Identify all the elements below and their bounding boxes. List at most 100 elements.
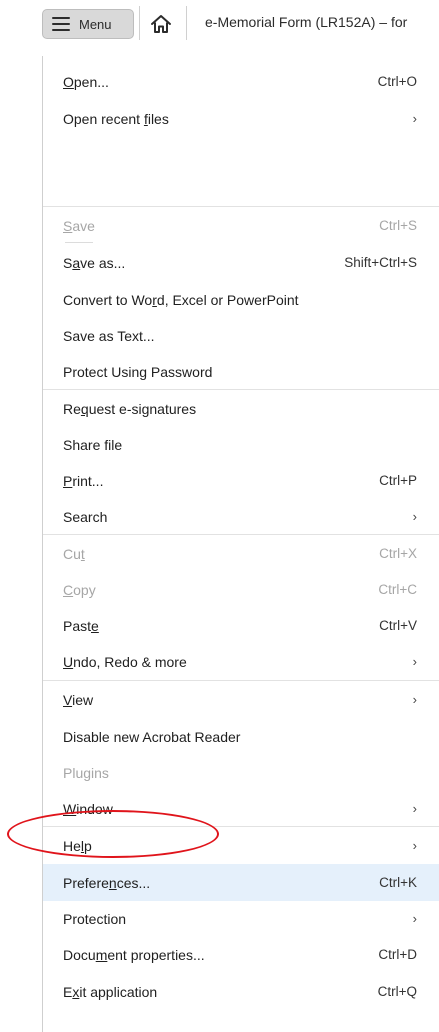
- menu-item-protect-password[interactable]: Protect Using Password: [43, 353, 439, 390]
- menu-item-exit[interactable]: Exit application Ctrl+Q: [43, 973, 439, 1010]
- menu-item-label-text: Convert to Wo: [63, 291, 153, 308]
- menu-item-label: Preferences...: [63, 875, 379, 891]
- menu-item-label: Plugins: [63, 765, 417, 781]
- menu-item-convert[interactable]: Convert to Word, Excel or PowerPoint: [43, 281, 439, 318]
- menu-item-label-text: Protection: [63, 910, 127, 927]
- document-title-tab[interactable]: e-Memorial Form (LR152A) – for: [205, 14, 439, 30]
- menu-item-accelerator: n: [108, 874, 117, 891]
- menu-item-shortcut: Ctrl+C: [378, 582, 417, 597]
- menu-item-label-text: Open recent: [63, 110, 144, 127]
- menu-item-label-text: Prefere: [63, 874, 109, 891]
- menu-item-copy[interactable]: Copy Ctrl+C: [43, 571, 439, 608]
- menu-separator: [43, 534, 439, 535]
- menu-item-search[interactable]: Search ›: [43, 498, 439, 535]
- chevron-right-icon: ›: [412, 838, 417, 853]
- menu-item-save-text[interactable]: Save as Text...: [43, 317, 439, 354]
- menu-separator: [43, 826, 439, 827]
- menu-separator: [43, 206, 439, 207]
- menu-item-accelerator: W: [63, 800, 77, 817]
- menu-item-label-text: Docu: [63, 946, 96, 963]
- menu-item-paste[interactable]: Paste Ctrl+V: [43, 607, 439, 644]
- menu-item-window[interactable]: Window ›: [43, 790, 439, 827]
- menu-item-accelerator: O: [63, 73, 74, 90]
- menu-item-save-as[interactable]: Save as... Shift+Ctrl+S: [43, 244, 439, 281]
- menu-item-accelerator: S: [63, 217, 73, 234]
- menu-item-protection[interactable]: Protection ›: [43, 900, 439, 937]
- menu-item-preferences[interactable]: Preferences... Ctrl+K: [43, 864, 439, 901]
- home-button[interactable]: [147, 10, 175, 38]
- menu-item-label-text: Past: [63, 617, 92, 634]
- menu-item-label-text: Cu: [63, 545, 81, 562]
- menu-button[interactable]: Menu: [42, 9, 134, 39]
- menu-item-label: Exit application: [63, 984, 378, 1000]
- menu-item-label-text: opy: [73, 581, 96, 598]
- menu-item-label-text: Protect Using Password: [63, 363, 213, 380]
- menu-item-label: Document properties...: [63, 947, 378, 963]
- menu-item-plugins[interactable]: Plugins: [43, 754, 439, 791]
- menu-item-accelerator: U: [63, 653, 74, 670]
- menu-item-label-text: Share file: [63, 436, 123, 453]
- menu-item-label-text: ndo, Redo & more: [73, 653, 187, 670]
- menu-item-cut[interactable]: Cut Ctrl+X: [43, 535, 439, 572]
- menu-item-doc-properties[interactable]: Document properties... Ctrl+D: [43, 936, 439, 973]
- menu-item-label-text: He: [63, 837, 81, 854]
- menu-item-undo-redo[interactable]: Undo, Redo & more ›: [43, 643, 439, 680]
- menu-item-label: Save as Text...: [63, 328, 417, 344]
- menu-item-open-recent[interactable]: Open recent files ›: [43, 100, 439, 137]
- menu-item-accelerator: V: [63, 691, 73, 708]
- menu-item-accelerator: a: [72, 254, 81, 271]
- menu-item-label: Protect Using Password: [63, 364, 417, 380]
- menu-item-label: Protection: [63, 911, 407, 927]
- menu-item-label-text: indow: [76, 800, 113, 817]
- chevron-right-icon: ›: [412, 692, 417, 707]
- page: Menu e-Memorial Form (LR152A) – for Open…: [0, 0, 439, 1032]
- menu-button-label: Menu: [79, 16, 112, 32]
- menu-item-shortcut: Ctrl+V: [379, 618, 417, 633]
- menu-item-help[interactable]: Help ›: [43, 827, 439, 864]
- menu-item-label-text: rint...: [72, 472, 104, 489]
- menu-item-label-text: ent properties...: [107, 946, 205, 963]
- menu-item-label-text: uest e-signatures: [88, 400, 197, 417]
- menu-item-label: Paste: [63, 618, 379, 634]
- hamburger-icon: [52, 17, 70, 31]
- menu-item-open[interactable]: Open... Ctrl+O: [43, 63, 439, 100]
- menu-item-accelerator: P: [63, 472, 73, 489]
- chevron-right-icon: ›: [412, 654, 417, 669]
- menu-item-label-text: Save as Text...: [63, 327, 155, 344]
- menu-item-print[interactable]: Print... Ctrl+P: [43, 462, 439, 499]
- menu-separator: [43, 680, 439, 681]
- menu-separator: [43, 389, 439, 390]
- menu-item-label: View: [63, 692, 407, 708]
- toolbar-divider: [139, 6, 140, 40]
- menu-item-shortcut: Shift+Ctrl+S: [344, 255, 417, 270]
- menu-item-view[interactable]: View ›: [43, 681, 439, 718]
- chevron-right-icon: ›: [412, 111, 417, 126]
- menu-item-label-text: S: [63, 254, 73, 271]
- menu-item-label-text: E: [63, 983, 73, 1000]
- menu-item-label-text: it application: [79, 983, 158, 1000]
- menu-item-disable-new[interactable]: Disable new Acrobat Reader: [43, 718, 439, 755]
- menu-item-shortcut: Ctrl+X: [379, 546, 417, 561]
- menu-item-label: Request e-signatures: [63, 401, 417, 417]
- menu-item-label-text: Re: [63, 400, 81, 417]
- menu-item-label-text: pen...: [73, 73, 109, 90]
- menu-item-accelerator: e: [91, 617, 99, 634]
- menu-item-label-text: p: [84, 837, 92, 854]
- menu-item-label: Convert to Word, Excel or PowerPoint: [63, 292, 417, 308]
- menu-item-label: Open...: [63, 74, 378, 90]
- menu-item-shortcut: Ctrl+Q: [377, 984, 417, 999]
- menu-item-shortcut: Ctrl+D: [378, 947, 417, 962]
- menu-item-label: Share file: [63, 437, 417, 453]
- menu-item-request-esign[interactable]: Request e-signatures: [43, 390, 439, 427]
- menu-item-shortcut: Ctrl+K: [379, 875, 417, 890]
- menu-item-label-text: ve as...: [80, 254, 126, 271]
- menu-item-label: Save: [63, 218, 379, 234]
- menu-item-share-file[interactable]: Share file: [43, 426, 439, 463]
- menu-item-accelerator: C: [63, 581, 74, 598]
- menu-item-label-text: ave: [72, 217, 95, 234]
- menu-item-accelerator: m: [95, 946, 108, 963]
- menu-item-shortcut: Ctrl+P: [379, 473, 417, 488]
- menu-item-label: Cut: [63, 546, 379, 562]
- menu-item-save[interactable]: Save Ctrl+S: [43, 207, 439, 244]
- menu-item-label-text: Disable new Acrobat Reader: [63, 728, 241, 745]
